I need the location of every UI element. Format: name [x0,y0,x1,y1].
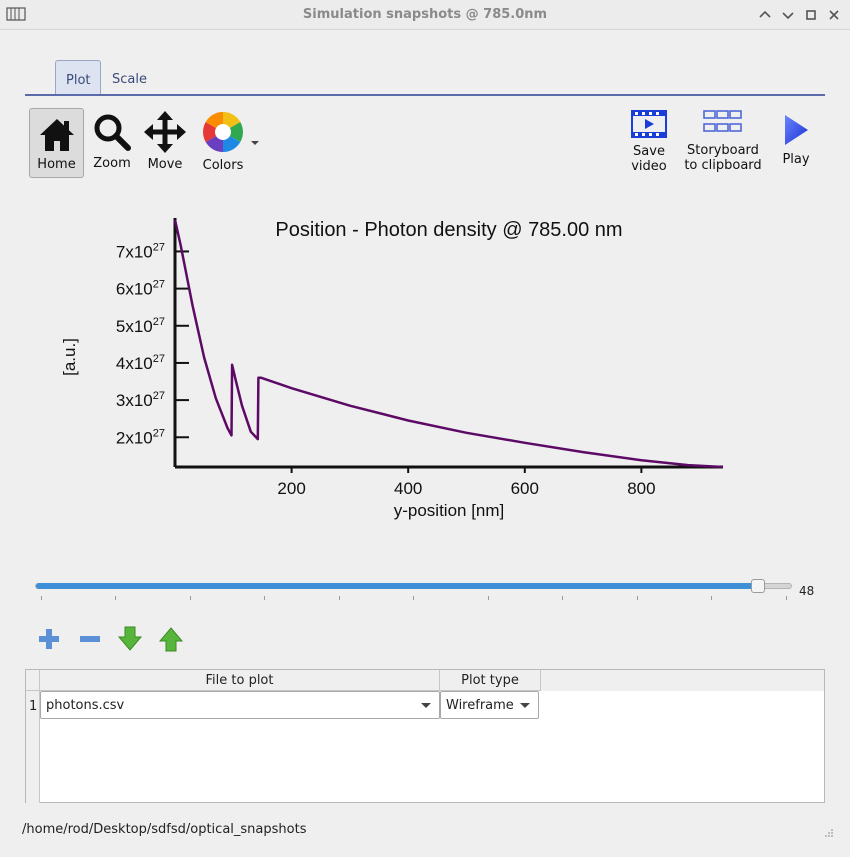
file-select[interactable]: photons.csv [40,691,440,719]
photon-density-chart[interactable]: Position - Photon density @ 785.00 nm 200… [40,200,760,540]
x-axis-label: y-position [nm] [394,501,505,520]
storyboard-label-1: Storyboard [687,143,759,158]
save-video-label-2: video [631,159,667,174]
y-tick-label: 2x1027 [116,427,165,447]
chevron-down-icon [520,703,530,708]
header-file-to-plot[interactable]: File to plot [40,670,440,691]
tab-plot[interactable]: Plot [55,60,101,96]
move-label: Move [147,157,183,172]
tab-scale[interactable]: Scale [102,60,157,96]
plot-area[interactable]: Position - Photon density @ 785.00 nm 200… [40,200,760,540]
play-button[interactable]: Play [774,110,818,180]
table-header: File to plot Plot type [26,670,824,691]
y-tick-label: 7x1027 [116,241,165,261]
home-icon [39,119,74,151]
x-tick-label: 600 [511,479,539,498]
files-table[interactable]: File to plot Plot type 1 photons.csv Wir… [25,669,825,803]
home-label: Home [37,157,76,172]
slider-handle[interactable] [750,579,765,593]
window-title: Simulation snapshots @ 785.0nm [302,7,548,22]
chevron-down-icon [421,703,431,708]
header-corner [26,670,40,691]
row-index: 1 [29,699,38,714]
remove-row-icon[interactable] [77,626,103,652]
move-button[interactable]: Move [141,108,189,178]
close-icon[interactable] [827,8,841,22]
row-header: 1 [26,691,40,803]
tab-plot-label: Plot [66,73,91,88]
tab-divider [25,94,825,96]
storyboard-icon [703,110,742,132]
color-wheel-icon [203,112,243,152]
x-tick-label: 400 [394,479,422,498]
header-plot-type[interactable]: Plot type [440,670,541,691]
y-tick-label: 5x1027 [116,316,165,336]
tab-bar: Plot Scale [26,58,826,96]
storyboard-label-2: to clipboard [684,158,762,173]
slider-ticks [35,596,792,600]
chevron-up-icon[interactable] [758,8,772,22]
y-tick-label: 3x1027 [116,390,165,410]
y-tick-label: 6x1027 [116,279,165,299]
play-icon [785,115,808,145]
move-icon [144,111,186,153]
move-down-icon[interactable] [117,626,143,652]
colors-label: Colors [202,158,244,173]
storyboard-button[interactable]: Storyboard to clipboard [680,106,766,182]
status-path: /home/rod/Desktop/sdfsd/optical_snapshot… [22,822,307,837]
colors-button[interactable]: Colors [196,108,262,178]
y-axis-label: [a.u.] [60,338,79,376]
series-line [173,219,724,469]
move-up-icon[interactable] [158,626,184,652]
tab-scale-label: Scale [112,72,147,87]
slider-fill [36,583,759,589]
zoom-label: Zoom [93,156,131,171]
slider-value: 48 [799,584,815,598]
add-row-icon[interactable] [36,626,62,652]
maximize-icon[interactable] [804,8,818,22]
save-video-button[interactable]: Save video [622,106,676,182]
x-tick-label: 800 [627,479,655,498]
minimize-icon[interactable] [781,8,795,22]
plot-type-select[interactable]: Wireframe [440,691,539,719]
snapshot-slider[interactable] [35,583,792,589]
play-label: Play [782,152,810,167]
file-select-value: photons.csv [46,698,125,713]
plot-type-value: Wireframe [446,698,514,713]
y-tick-label: 4x1027 [116,353,165,373]
zoom-icon [94,114,131,151]
film-icon [631,110,667,138]
chart-title: Position - Photon density @ 785.00 nm [275,219,622,241]
home-button[interactable]: Home [29,108,84,178]
dropdown-arrow-icon[interactable] [250,138,260,148]
save-video-label-1: Save [633,144,665,159]
zoom-button[interactable]: Zoom [88,108,136,178]
x-tick-label: 200 [277,479,305,498]
title-bar: Simulation snapshots @ 785.0nm [0,0,850,30]
resize-grip-icon[interactable] [822,828,834,840]
